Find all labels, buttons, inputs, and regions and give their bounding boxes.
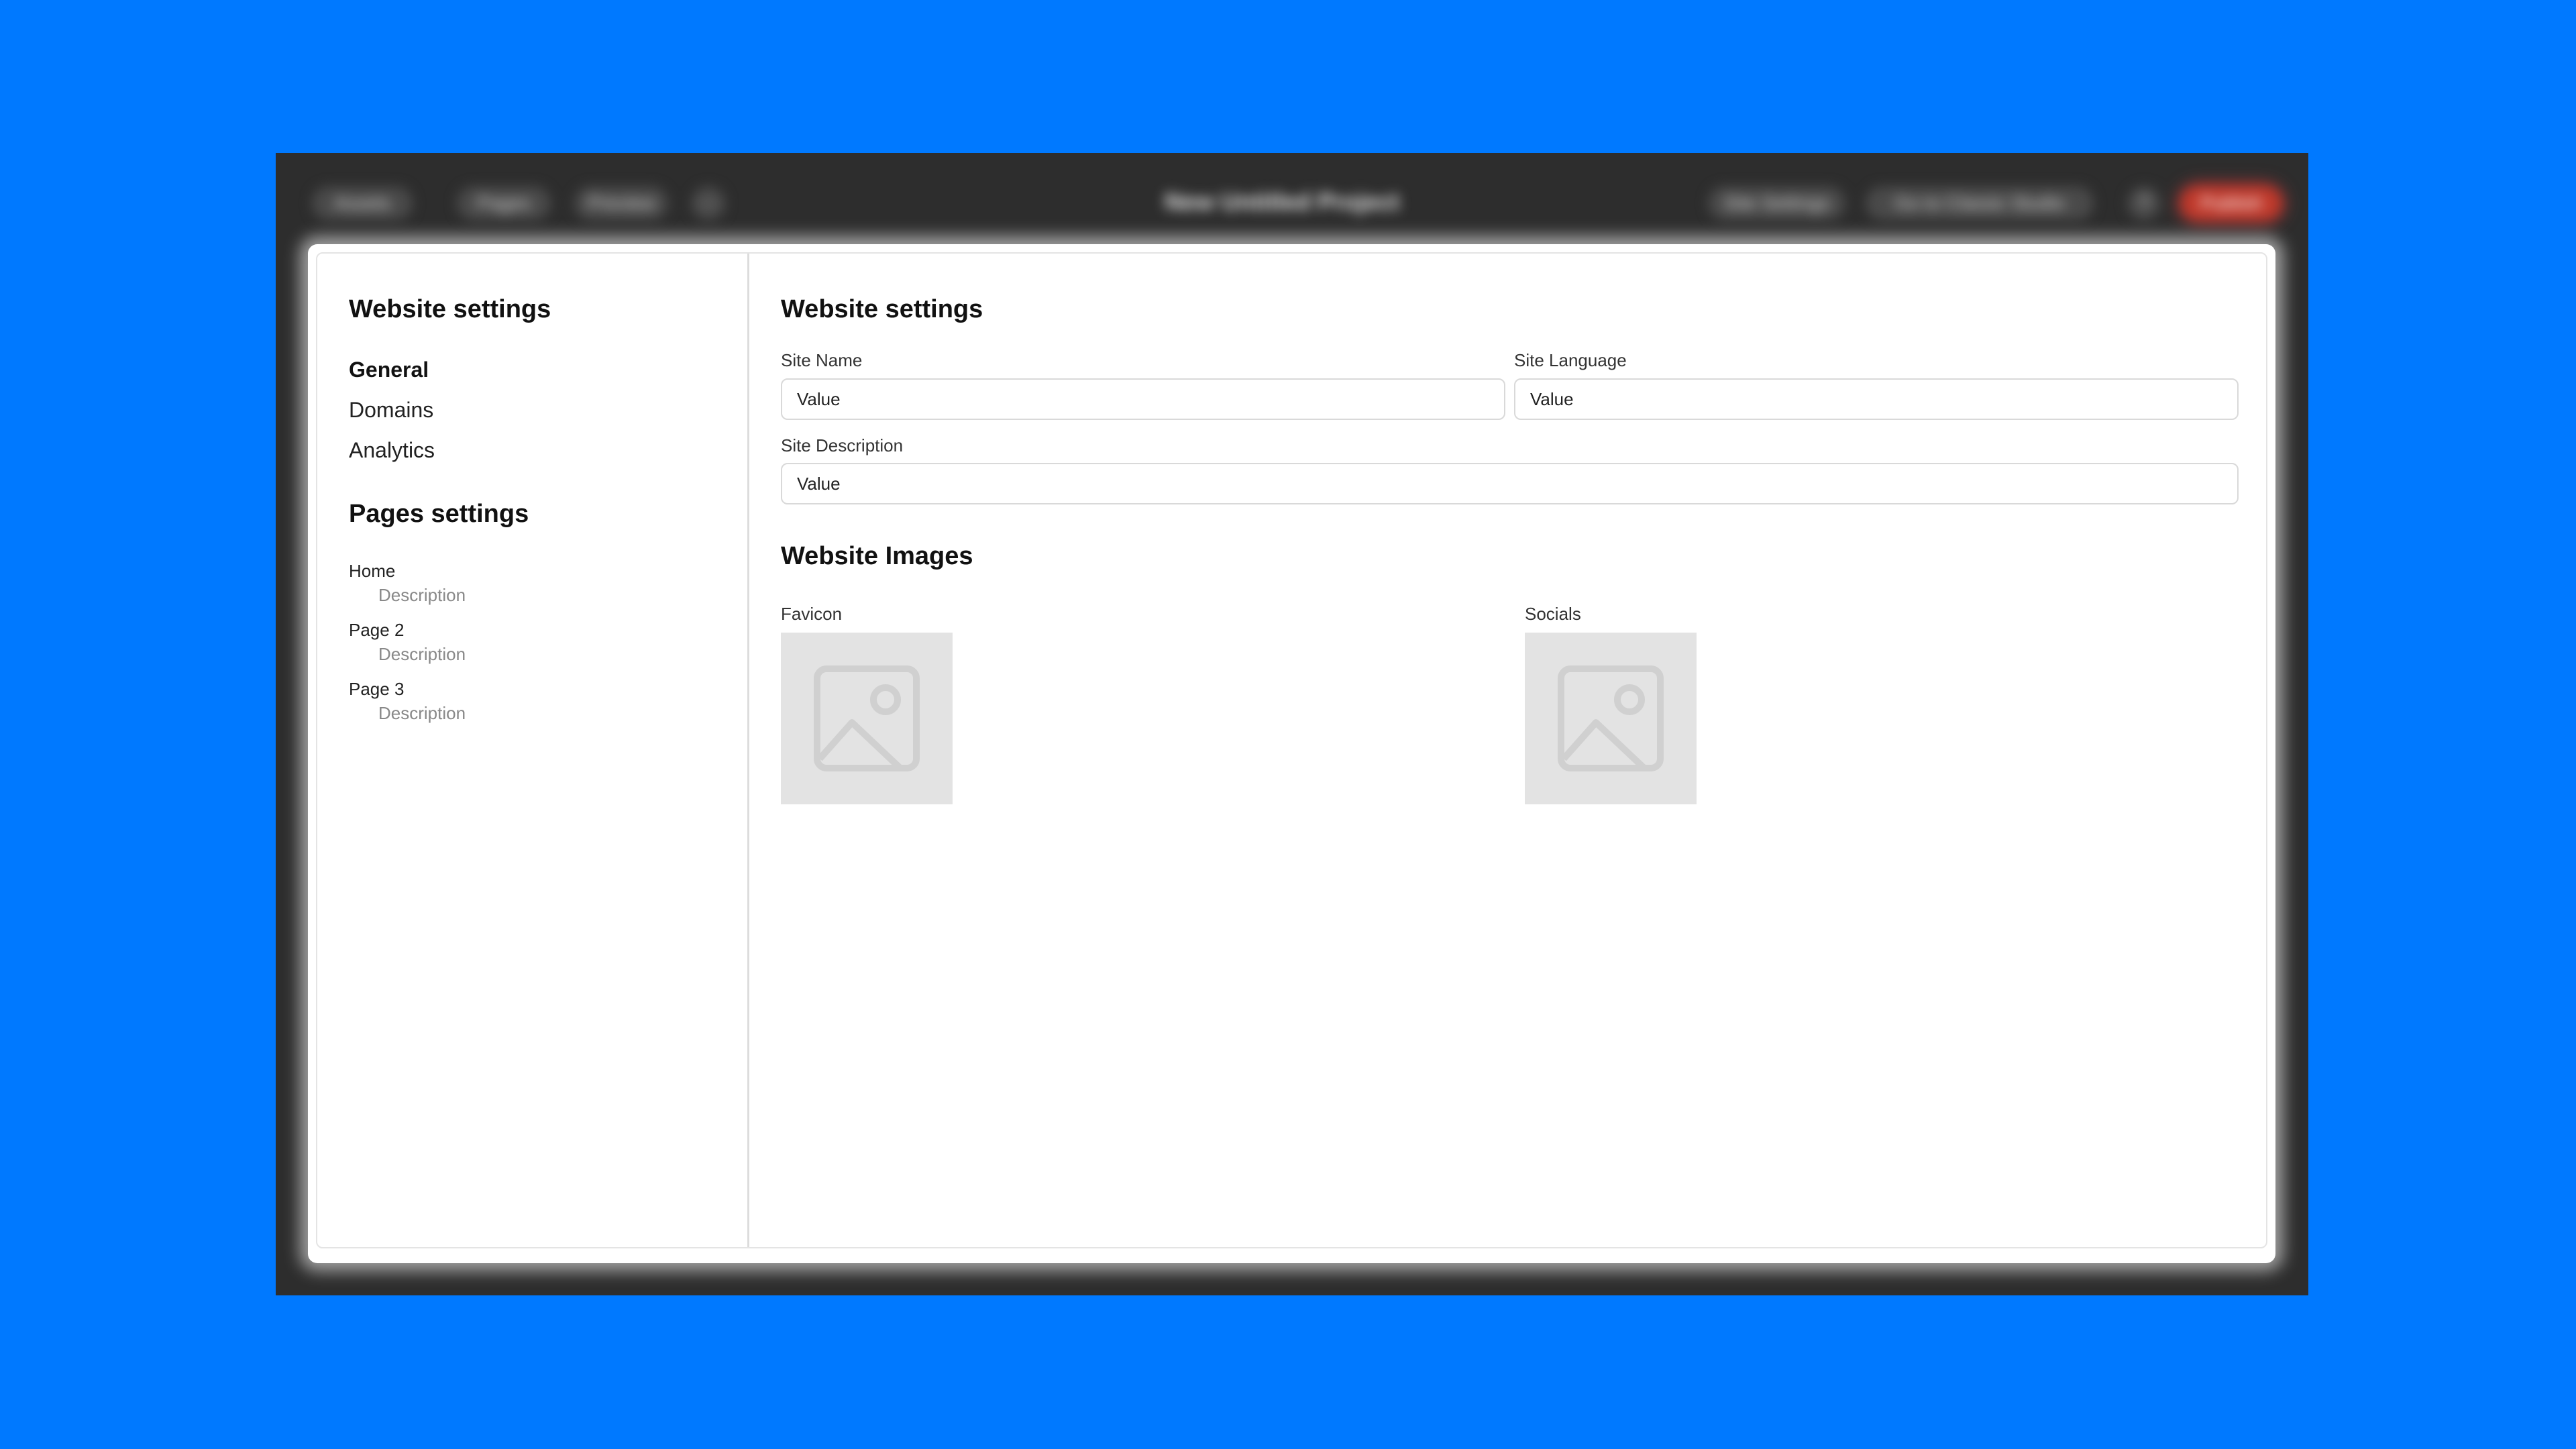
site-name-input[interactable]	[781, 378, 1505, 420]
top-toolbar: Assets Pages Preview ⋯ New Untitled Proj…	[276, 153, 2308, 244]
project-title: New Untitled Project	[1164, 188, 1400, 215]
settings-panel-inner: Website settings General Domains Analyti…	[316, 252, 2267, 1248]
help-icon[interactable]: ?	[2127, 186, 2161, 220]
image-placeholder-icon	[1558, 665, 1664, 771]
page-item-home-description: Description	[378, 585, 466, 605]
socials-label: Socials	[1525, 604, 1581, 624]
page-item-page-3[interactable]: Page 3	[349, 679, 404, 700]
site-language-label: Site Language	[1514, 350, 1627, 370]
page-item-home[interactable]: Home	[349, 561, 395, 582]
site-description-input[interactable]	[781, 463, 2239, 504]
socials-image-upload[interactable]	[1525, 633, 1697, 804]
page-item-page-2-description: Description	[378, 644, 466, 664]
favicon-label: Favicon	[781, 604, 843, 624]
classic-studio-button[interactable]: Go to Classic Studio	[1866, 186, 2094, 220]
website-images-title: Website Images	[781, 542, 973, 570]
pages-button[interactable]: Pages	[457, 186, 551, 220]
assets-button[interactable]: Assets	[312, 186, 413, 220]
sidebar-item-domains[interactable]: Domains	[349, 398, 433, 423]
page-item-page-2[interactable]: Page 2	[349, 620, 404, 641]
sidebar-website-settings-title: Website settings	[349, 295, 551, 323]
image-placeholder-icon	[814, 665, 920, 771]
sidebar-item-analytics[interactable]: Analytics	[349, 438, 435, 463]
settings-main: Website settings Site Name Site Language…	[749, 254, 2266, 1247]
preview-button[interactable]: Preview	[574, 186, 668, 220]
site-settings-button[interactable]: Site Settings	[1708, 186, 1845, 220]
site-description-label: Site Description	[781, 435, 904, 455]
settings-sidebar: Website settings General Domains Analyti…	[317, 254, 749, 1247]
more-icon[interactable]: ⋯	[692, 186, 725, 220]
sidebar-pages-settings-title: Pages settings	[349, 500, 529, 528]
favicon-image-upload[interactable]	[781, 633, 953, 804]
page-item-page-3-description: Description	[378, 703, 466, 723]
main-website-settings-title: Website settings	[781, 295, 983, 323]
site-language-input[interactable]	[1514, 378, 2239, 420]
publish-button[interactable]: Publish	[2181, 186, 2282, 220]
settings-panel: Website settings General Domains Analyti…	[308, 244, 2275, 1263]
site-name-label: Site Name	[781, 350, 863, 370]
sidebar-item-general[interactable]: General	[349, 358, 429, 382]
